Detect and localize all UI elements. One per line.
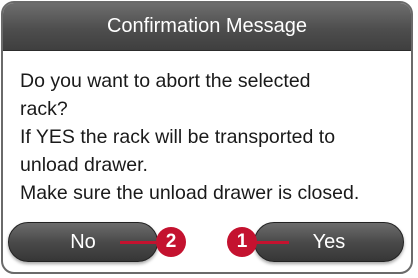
callout-leader-no bbox=[120, 241, 156, 244]
dialog-header: Confirmation Message bbox=[3, 3, 411, 51]
callout-badge-no: 2 bbox=[156, 227, 186, 257]
dialog-title: Confirmation Message bbox=[106, 15, 308, 37]
message-line: rack? bbox=[20, 98, 68, 120]
message-line: If YES the rack will be transported to bbox=[20, 126, 336, 148]
dialog-message: Do you want to abort the selected rack? … bbox=[20, 67, 405, 207]
message-line: unload drawer. bbox=[20, 154, 148, 176]
callout-leader-yes bbox=[255, 241, 289, 244]
message-line: Do you want to abort the selected bbox=[20, 70, 311, 92]
callout-badge-yes: 1 bbox=[227, 227, 257, 257]
message-line: Make sure the unload drawer is closed. bbox=[20, 182, 360, 204]
